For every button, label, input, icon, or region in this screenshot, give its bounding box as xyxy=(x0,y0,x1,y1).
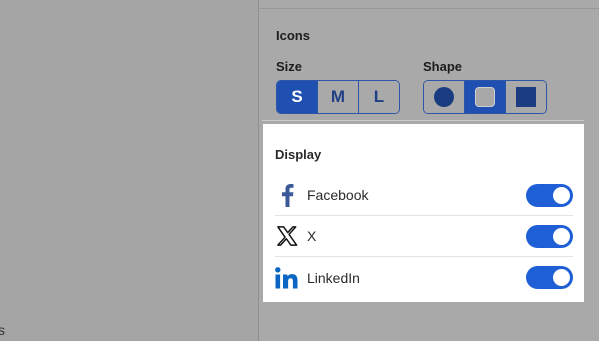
linkedin-label: LinkedIn xyxy=(307,269,360,286)
size-option-m[interactable]: M xyxy=(318,81,359,113)
display-row-facebook: Facebook xyxy=(275,175,573,216)
canvas-text-fragment: s xyxy=(0,322,5,338)
display-section-title: Display xyxy=(275,147,322,162)
icons-section-title: Icons xyxy=(276,28,310,43)
facebook-icon xyxy=(275,183,299,207)
display-row-x: X xyxy=(275,216,573,257)
linkedin-icon xyxy=(275,266,299,290)
x-label: X xyxy=(307,228,317,244)
panel-divider xyxy=(262,120,584,121)
size-option-l[interactable]: L xyxy=(359,81,399,113)
toggle-knob xyxy=(553,186,570,204)
display-row-linkedin: LinkedIn xyxy=(275,257,573,298)
panel-divider-top xyxy=(259,8,599,9)
size-selector: S M L xyxy=(276,80,400,114)
linkedin-toggle[interactable] xyxy=(526,266,573,289)
circle-icon xyxy=(434,87,454,107)
x-icon xyxy=(275,224,299,248)
shape-option-square[interactable] xyxy=(506,81,546,113)
shape-option-rounded[interactable] xyxy=(465,81,506,113)
toggle-knob xyxy=(553,269,570,286)
size-option-s[interactable]: S xyxy=(277,81,318,113)
size-label: Size xyxy=(276,59,303,74)
shape-option-circle[interactable] xyxy=(424,81,465,113)
rounded-square-icon xyxy=(475,87,495,107)
toggle-knob xyxy=(553,227,570,245)
x-toggle[interactable] xyxy=(526,224,573,248)
shape-selector xyxy=(423,80,547,114)
canvas-area: s xyxy=(0,0,258,341)
shape-label: Shape xyxy=(423,59,463,74)
facebook-label: Facebook xyxy=(307,187,369,203)
square-icon xyxy=(516,87,536,107)
facebook-toggle[interactable] xyxy=(526,183,573,207)
display-section: Display Facebook X LinkedIn xyxy=(263,124,584,302)
